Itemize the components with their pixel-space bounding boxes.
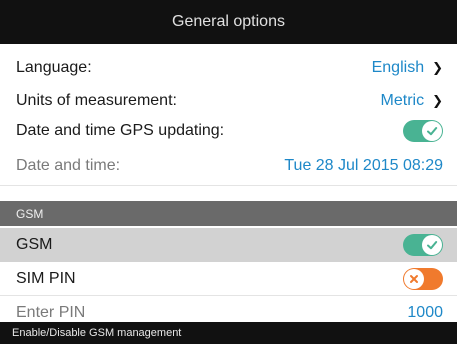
general-options-screen: General options Language: English ❯ Unit… [0, 0, 457, 344]
enter-pin-value[interactable]: 1000 [407, 304, 443, 322]
status-bar: Enable/Disable GSM management [0, 322, 457, 344]
datetime-label: Date and time: [16, 156, 121, 174]
gsm-section-header: GSM [0, 201, 457, 226]
chevron-right-icon: ❯ [432, 60, 443, 75]
units-label: Units of measurement: [16, 92, 177, 109]
datetime-row[interactable]: Date and time: Tue 28 Jul 2015 08:29 [0, 146, 457, 186]
sim-pin-row: SIM PIN [0, 263, 457, 296]
sim-pin-toggle[interactable] [403, 268, 443, 290]
title-bar: General options [0, 0, 457, 44]
x-icon [404, 269, 424, 289]
language-value[interactable]: English ❯ [372, 59, 443, 77]
gsm-row: GSM [0, 228, 457, 262]
sim-pin-label: SIM PIN [16, 270, 76, 287]
chevron-right-icon: ❯ [432, 93, 443, 108]
check-icon [422, 121, 442, 141]
gsm-label: GSM [16, 236, 53, 253]
language-row[interactable]: Language: English ❯ [0, 51, 457, 85]
gps-update-toggle[interactable] [403, 120, 443, 142]
status-text: Enable/Disable GSM management [12, 327, 182, 339]
gsm-toggle[interactable] [403, 234, 443, 256]
gps-update-label: Date and time GPS updating: [16, 122, 225, 139]
page-title: General options [172, 13, 285, 30]
units-value[interactable]: Metric ❯ [381, 92, 443, 110]
language-label: Language: [16, 59, 92, 76]
units-value-text: Metric [380, 92, 425, 109]
enter-pin-label: Enter PIN [16, 304, 86, 321]
datetime-value[interactable]: Tue 28 Jul 2015 08:29 [284, 157, 443, 175]
gps-update-row: Date and time GPS updating: [0, 114, 457, 148]
check-icon [422, 235, 442, 255]
units-row[interactable]: Units of measurement: Metric ❯ [0, 84, 457, 118]
language-value-text: English [371, 59, 425, 76]
gsm-section-title: GSM [16, 206, 44, 221]
